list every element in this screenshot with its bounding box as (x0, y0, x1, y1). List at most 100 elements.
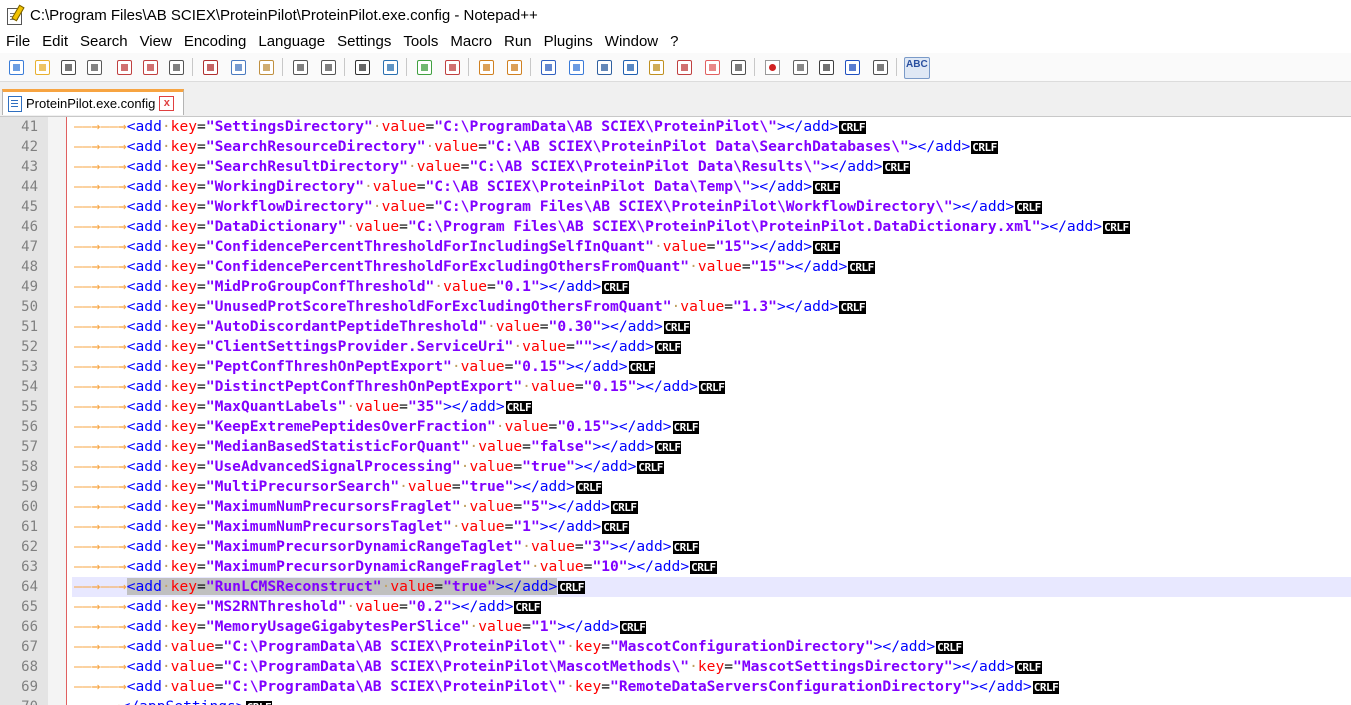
code-line[interactable]: 68 ——→——→<add·value="C:\ProgramData\AB SC… (0, 657, 1351, 677)
tab-whitespace-marker: ——→——→ (74, 338, 127, 355)
function-list-icon[interactable] (674, 57, 694, 77)
zoom-in-icon[interactable] (414, 57, 434, 77)
stop-macro-icon[interactable] (790, 57, 810, 77)
tab-whitespace-marker: ——→——→ (74, 358, 127, 375)
eol-crlf-marker: CRLF (1015, 201, 1042, 214)
code-line[interactable]: 46 ——→——→<add·key="DataDictionary"·value=… (0, 217, 1351, 237)
menu-settings[interactable]: Settings (331, 33, 397, 50)
code-line[interactable]: 49 ——→——→<add·key="MidProGroupConfThresho… (0, 277, 1351, 297)
cut-icon[interactable] (200, 57, 220, 77)
menu-tools[interactable]: Tools (397, 33, 444, 50)
menu-file[interactable]: File (0, 33, 36, 50)
code-line[interactable]: 57 ——→——→<add·key="MedianBasedStatisticFo… (0, 437, 1351, 457)
save-all-icon[interactable] (84, 57, 104, 77)
zoom-out-icon[interactable] (442, 57, 462, 77)
user-defined-lang-icon[interactable] (620, 57, 640, 77)
code-line[interactable]: 55 ——→——→<add·key="MaxQuantLabels"·value=… (0, 397, 1351, 417)
attribute-value: "WorkflowDirectory" (205, 198, 373, 215)
find-icon[interactable] (352, 57, 372, 77)
code-line[interactable]: 60 ——→——→<add·key="MaximumNumPrecursorsFr… (0, 497, 1351, 517)
doc-map-icon[interactable] (646, 57, 666, 77)
eol-crlf-marker: CRLF (611, 501, 638, 514)
menu-window[interactable]: Window (599, 33, 664, 50)
code-line[interactable]: 66 ——→——→<add·key="MemoryUsageGigabytesPe… (0, 617, 1351, 637)
toolbar-separator (282, 58, 283, 76)
code-line[interactable]: 56 ——→——→<add·key="KeepExtremePeptidesOve… (0, 417, 1351, 437)
indent-guide-icon[interactable] (594, 57, 614, 77)
play-macro-icon[interactable] (816, 57, 836, 77)
record-macro-icon[interactable] (762, 57, 782, 77)
code-line[interactable]: 45 ——→——→<add·key="WorkflowDirectory"·val… (0, 197, 1351, 217)
code-line[interactable]: 52 ——→——→<add·key="ClientSettingsProvider… (0, 337, 1351, 357)
code-line[interactable]: 41 ——→——→<add·key="SettingsDirectory"·val… (0, 117, 1351, 137)
line-number: 44 (21, 179, 38, 195)
code-line[interactable]: 48 ——→——→<add·key="ConfidencePercentThres… (0, 257, 1351, 277)
menu-edit[interactable]: Edit (36, 33, 74, 50)
attribute-name: key (170, 458, 198, 475)
code-line[interactable]: 51 ——→——→<add·key="AutoDiscordantPeptideT… (0, 317, 1351, 337)
code-line[interactable]: 63 ——→——→<add·key="MaximumPrecursorDynami… (0, 557, 1351, 577)
menu-run[interactable]: Run (498, 33, 538, 50)
menu-help[interactable]: ? (664, 33, 684, 50)
sync-horizontal-icon[interactable] (504, 57, 524, 77)
editor[interactable]: 41 ——→——→<add·key="SettingsDirectory"·val… (0, 117, 1351, 705)
code-line[interactable]: 65 ——→——→<add·key="MS2RNThreshold"·value=… (0, 597, 1351, 617)
code-text: ——→——→<add·key="UseAdvancedSignalProcess… (74, 457, 664, 478)
code-line[interactable]: 44 ——→——→<add·key="WorkingDirectory"·valu… (0, 177, 1351, 197)
show-all-chars-icon[interactable] (566, 57, 586, 77)
word-wrap-icon[interactable] (538, 57, 558, 77)
save-macro-icon[interactable] (870, 57, 890, 77)
code-line[interactable]: 67 ——→——→<add·value="C:\ProgramData\AB SC… (0, 637, 1351, 657)
code-text: ——→——→<add·key="ConfidencePercentThresho… (74, 257, 875, 278)
monitoring-icon[interactable] (728, 57, 748, 77)
close-all-icon[interactable] (140, 57, 160, 77)
undo-icon[interactable] (290, 57, 310, 77)
code-line[interactable]: 70 —→</appSettings>CRLF (0, 697, 1351, 705)
close-icon[interactable] (114, 57, 134, 77)
spell-check-icon[interactable]: ABC (904, 57, 930, 79)
tab-whitespace-marker: ——→——→ (74, 298, 127, 315)
code-line[interactable]: 50 ——→——→<add·key="UnusedProtScoreThresho… (0, 297, 1351, 317)
code-line[interactable]: 58 ——→——→<add·key="UseAdvancedSignalProce… (0, 457, 1351, 477)
open-file-icon[interactable] (32, 57, 52, 77)
closing-tag: </appSettings> (122, 698, 245, 705)
menu-encoding[interactable]: Encoding (178, 33, 253, 50)
code-text: ——→——→<add·key="AutoDiscordantPeptideThr… (74, 317, 691, 338)
folder-workspace-icon[interactable] (702, 57, 722, 77)
menu-view[interactable]: View (134, 33, 178, 50)
paste-icon[interactable] (256, 57, 276, 77)
menu-plugins[interactable]: Plugins (538, 33, 599, 50)
code-line[interactable]: 59 ——→——→<add·key="MultiPrecursorSearch"·… (0, 477, 1351, 497)
new-file-icon[interactable] (6, 57, 26, 77)
tab-proteinpilot-config[interactable]: ProteinPilot.exe.config x (2, 89, 184, 115)
tab-close-icon[interactable]: x (159, 96, 175, 111)
print-icon[interactable] (166, 57, 186, 77)
code-line[interactable]: 43 ——→——→<add·key="SearchResultDirectory"… (0, 157, 1351, 177)
code-line[interactable]: 47 ——→——→<add·key="ConfidencePercentThres… (0, 237, 1351, 257)
code-line[interactable]: 69 ——→——→<add·value="C:\ProgramData\AB SC… (0, 677, 1351, 697)
element-body: <add·key="MS2RNThreshold"·value="0.2"></… (126, 598, 514, 615)
code-line[interactable]: 53 ——→——→<add·key="PeptConfThreshOnPeptEx… (0, 357, 1351, 377)
code-line[interactable]: 62 ——→——→<add·key="MaximumPrecursorDynami… (0, 537, 1351, 557)
save-icon[interactable] (58, 57, 78, 77)
copy-icon[interactable] (228, 57, 248, 77)
sync-vertical-icon[interactable] (476, 57, 496, 77)
menu-macro[interactable]: Macro (444, 33, 498, 50)
code-line[interactable]: 61 ——→——→<add·key="MaximumNumPrecursorsTa… (0, 517, 1351, 537)
attribute-name: value (443, 278, 488, 295)
code-line[interactable]: 42 ——→——→<add·key="SearchResourceDirector… (0, 137, 1351, 157)
run-macro-multiple-icon[interactable] (842, 57, 862, 77)
attribute-name: value (416, 158, 461, 175)
code-text: ——→——→<add·key="ConfidencePercentThresho… (74, 237, 840, 258)
toolbar-separator (754, 58, 755, 76)
redo-icon[interactable] (318, 57, 338, 77)
menu-search[interactable]: Search (74, 33, 134, 50)
title-bar: C:\Program Files\AB SCIEX\ProteinPilot\P… (0, 0, 1351, 30)
code-line[interactable]: 54 ——→——→<add·key="DistinctPeptConfThresh… (0, 377, 1351, 397)
replace-icon[interactable] (380, 57, 400, 77)
attribute-name: key (170, 238, 198, 255)
menu-language[interactable]: Language (252, 33, 331, 50)
document-icon (8, 95, 22, 112)
line-number: 59 (21, 479, 38, 495)
code-line[interactable]: 64 ——→——→<add·key="RunLCMSReconstruct"·va… (0, 577, 1351, 597)
